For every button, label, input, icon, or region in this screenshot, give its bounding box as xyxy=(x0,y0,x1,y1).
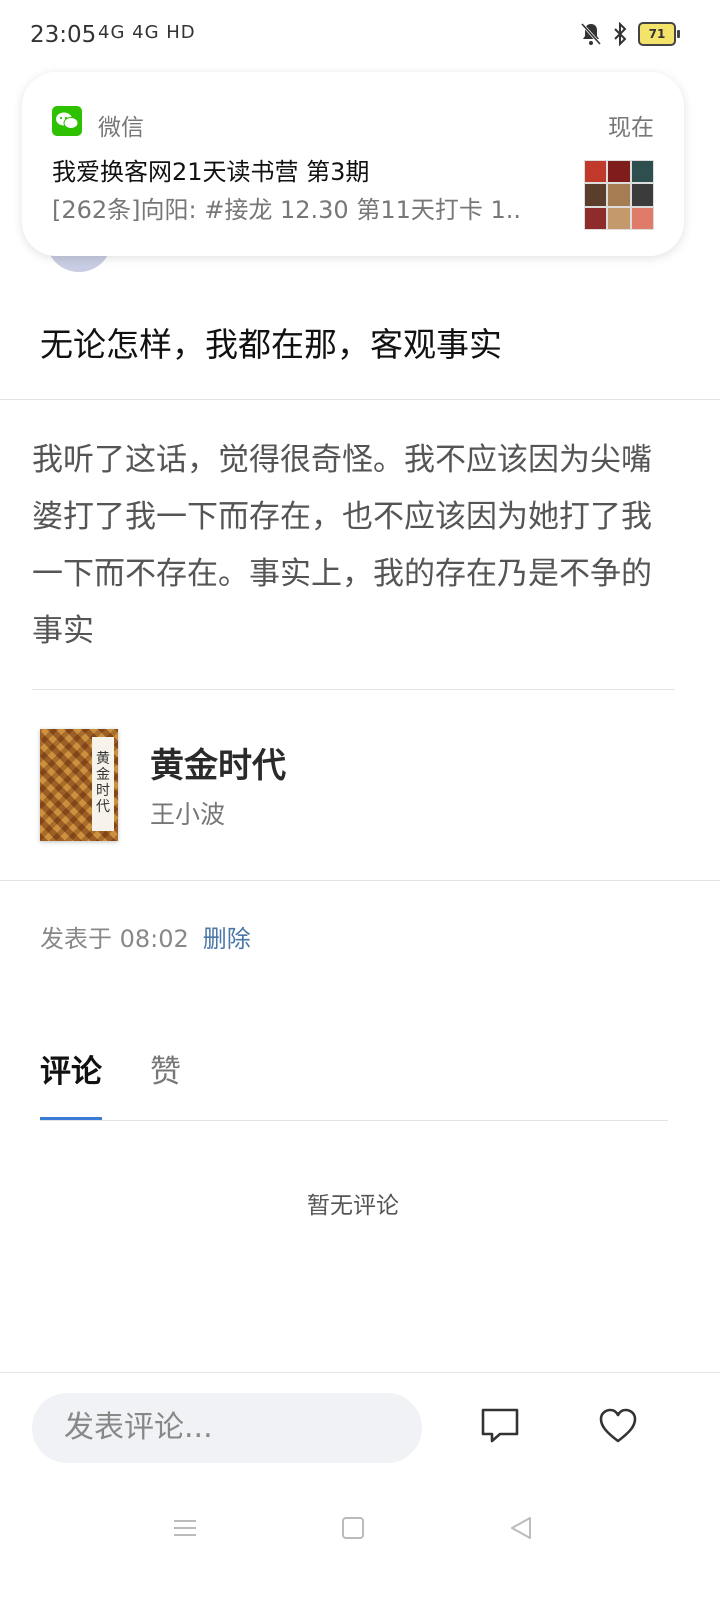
battery-indicator: 71 xyxy=(638,22,680,46)
bluetooth-icon xyxy=(614,22,627,46)
delete-button[interactable]: 删除 xyxy=(203,925,251,953)
notification-app-name: 微信 xyxy=(98,115,144,141)
back-icon[interactable] xyxy=(508,1515,534,1541)
post-quote: 无论怎样，我都在那，客观事实 xyxy=(40,325,502,364)
divider xyxy=(0,399,720,400)
network-indicator: 4G 4G HD xyxy=(98,22,196,43)
book-author: 王小波 xyxy=(150,800,226,829)
status-icons: 71 xyxy=(580,22,680,46)
tab-likes[interactable]: 赞 xyxy=(150,1046,181,1121)
mute-bell-icon xyxy=(580,22,602,46)
post-note: 我听了这话，觉得很奇怪。我不应该因为尖嘴婆打了我一下而存在，也不应该因为她打了我… xyxy=(32,442,652,649)
notification-time: 现在 xyxy=(608,115,654,141)
divider xyxy=(40,1120,668,1121)
book-cover-title: 黄金时代 xyxy=(92,737,114,831)
post-time: 发表于 08:02 xyxy=(40,925,189,953)
bottom-bar: 发表评论... xyxy=(0,1372,720,1491)
divider xyxy=(0,880,720,881)
tab-comments[interactable]: 评论 xyxy=(40,1046,102,1121)
notification-body: [262条]向阳: #接龙 12.30 第11天打卡 1.. xyxy=(52,196,522,224)
group-avatar xyxy=(584,160,654,230)
divider xyxy=(32,689,675,690)
wechat-notification[interactable]: 微信 现在 我爱换客网21天读书营 第3期 [262条]向阳: #接龙 12.3… xyxy=(22,72,684,256)
wechat-icon xyxy=(52,106,82,136)
book-cover[interactable]: 黄金时代 xyxy=(40,729,118,841)
empty-comments-text: 暂无评论 xyxy=(307,1193,399,1219)
comment-icon[interactable] xyxy=(480,1407,520,1445)
status-bar: 23:05 4G 4G HD 71 xyxy=(0,0,720,70)
system-nav-bar xyxy=(0,1495,720,1600)
book-title[interactable]: 黄金时代 xyxy=(150,738,286,787)
notification-title: 我爱换客网21天读书营 第3期 xyxy=(52,158,370,186)
home-icon[interactable] xyxy=(341,1515,365,1541)
clock: 23:05 xyxy=(30,22,97,48)
post-meta: 发表于 08:02 删除 xyxy=(40,919,251,954)
tab-bar: 评论 赞 xyxy=(40,1046,181,1121)
comment-input[interactable]: 发表评论... xyxy=(32,1393,422,1463)
menu-icon[interactable] xyxy=(172,1515,198,1541)
heart-icon[interactable] xyxy=(598,1407,638,1445)
